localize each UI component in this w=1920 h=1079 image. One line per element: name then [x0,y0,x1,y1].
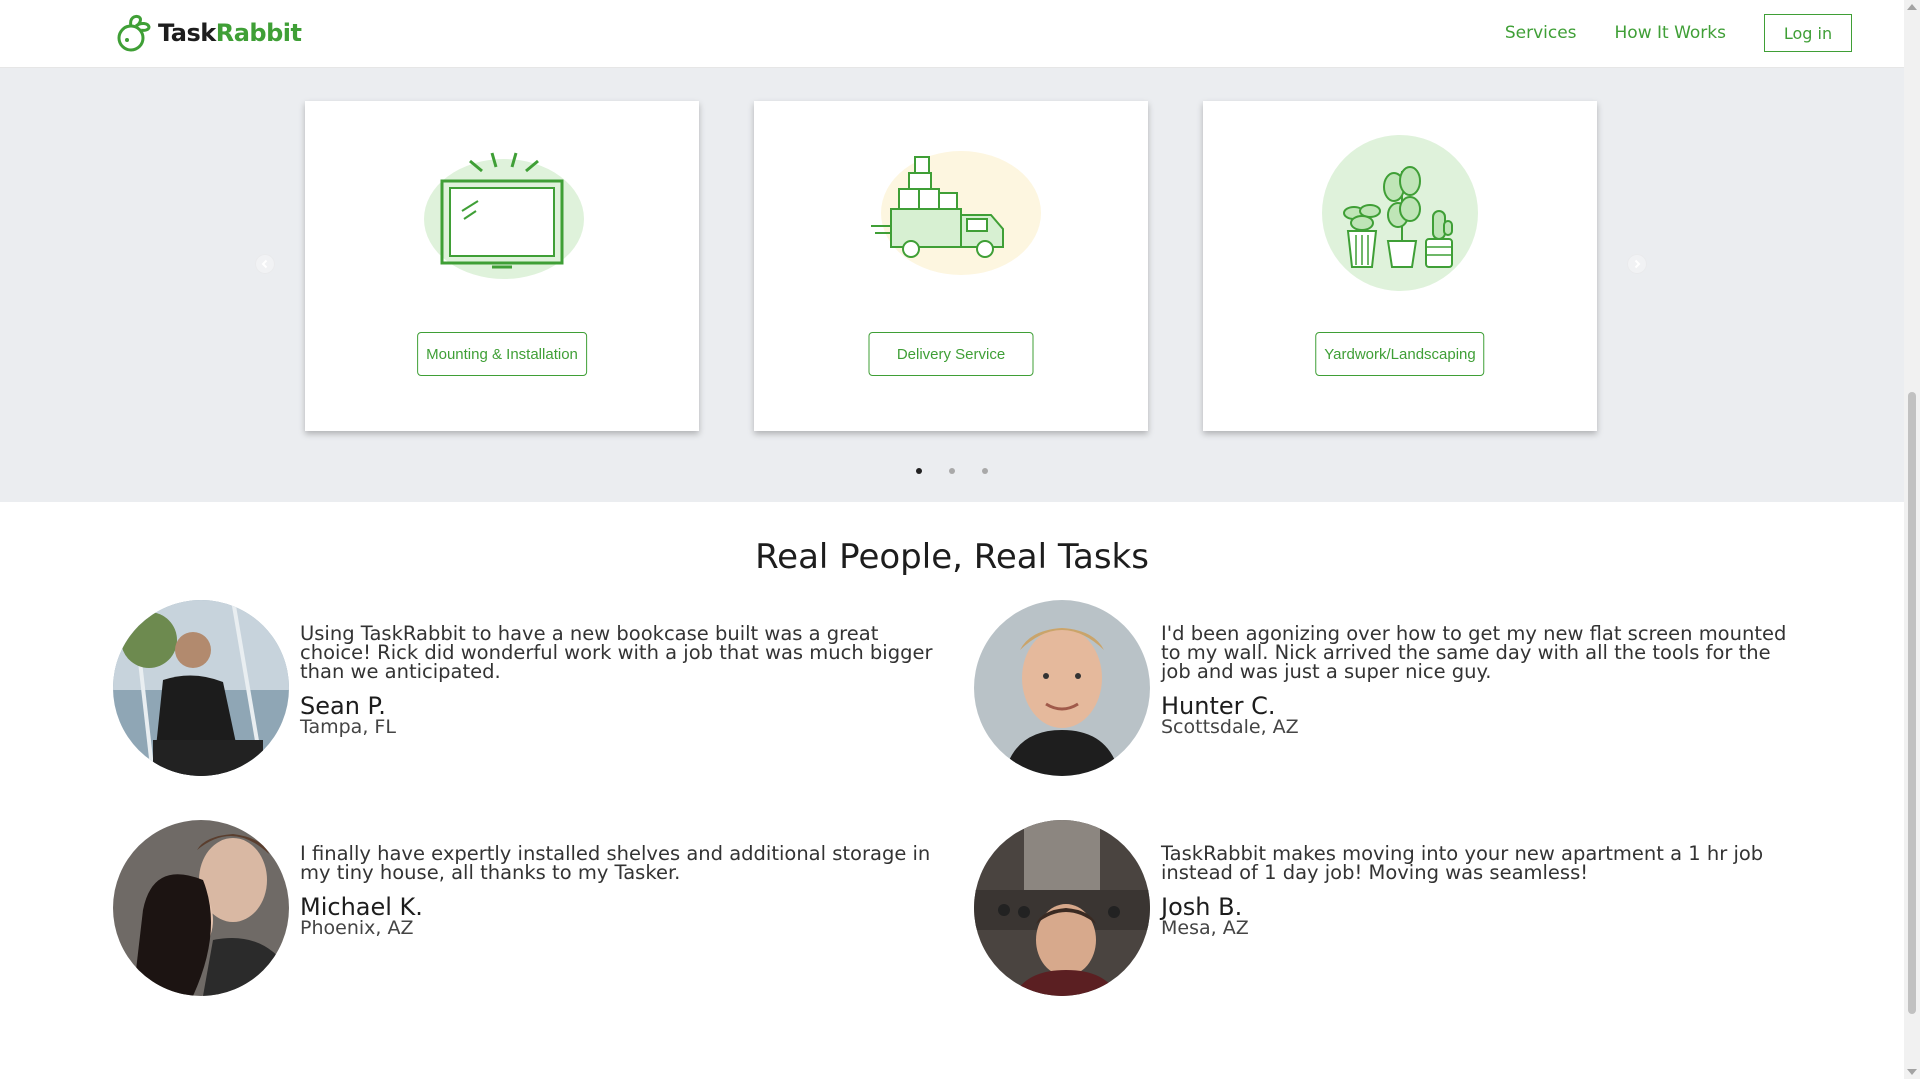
carousel-pagination [916,468,1015,474]
avatar [974,820,1150,996]
chevron-right-icon [1634,259,1641,269]
testimonial-card: Using TaskRabbit to have a new bookcase … [113,600,953,776]
testimonial-name: Michael K. [300,893,423,921]
logo[interactable]: TaskRabbit [114,14,302,52]
testimonials-title: Real People, Real Tasks [755,537,1149,577]
category-button-yardwork[interactable]: Yardwork/Landscaping [1315,332,1485,376]
testimonial-card: I finally have expertly installed shelve… [113,820,953,996]
delivery-truck-icon [871,151,1041,275]
category-button-delivery[interactable]: Delivery Service [868,332,1034,376]
rabbit-logo-icon [117,14,151,52]
service-card-delivery[interactable]: Delivery Service [754,101,1148,431]
page-scrollbar[interactable] [1904,0,1920,1079]
testimonial-quote: TaskRabbit makes moving into your new ap… [1161,842,1764,884]
site-header: TaskRabbit Services How It Works Log in [0,0,1904,68]
service-card-yardwork[interactable]: Yardwork/Landscaping [1203,101,1597,431]
main-nav: Services How It Works Log in [1505,14,1852,52]
testimonial-card: TaskRabbit makes moving into your new ap… [974,820,1814,996]
testimonial-quote: I'd been agonizing over how to get my ne… [1161,622,1787,683]
avatar [974,600,1150,776]
testimonial-quote: I finally have expertly installed shelve… [300,842,931,884]
avatar [113,820,289,996]
testimonial-card: I'd been agonizing over how to get my ne… [974,600,1814,776]
login-button[interactable]: Log in [1764,14,1852,52]
testimonial-location: Tampa, FL [300,716,396,738]
nav-services-link[interactable]: Services [1505,23,1577,43]
carousel-dot-1[interactable] [916,468,922,474]
scrollbar-thumb[interactable] [1908,392,1916,1014]
testimonial-location: Scottsdale, AZ [1161,716,1299,738]
carousel-prev-button[interactable] [255,254,275,274]
carousel-next-button[interactable] [1627,254,1647,274]
avatar [113,600,289,776]
nav-how-it-works-link[interactable]: How It Works [1615,23,1726,43]
chevron-left-icon [261,259,268,269]
logo-wordmark: TaskRabbit [158,19,302,47]
potted-plants-icon [1322,135,1478,291]
carousel-dot-2[interactable] [949,468,955,474]
tv-mount-icon [424,152,584,279]
testimonial-name: Sean P. [300,692,386,720]
scroll-down-arrow-icon[interactable] [1907,1069,1917,1075]
testimonial-quote: Using TaskRabbit to have a new bookcase … [300,622,933,683]
testimonial-name: Josh B. [1161,893,1243,921]
testimonial-name: Hunter C. [1161,692,1276,720]
services-carousel: Mounting & Installation Delivery Service [0,67,1904,502]
testimonial-location: Phoenix, AZ [300,917,414,939]
service-card-mounting[interactable]: Mounting & Installation [305,101,699,431]
testimonial-location: Mesa, AZ [1161,917,1249,939]
scroll-up-arrow-icon[interactable] [1907,4,1917,10]
carousel-dot-3[interactable] [982,468,988,474]
category-button-mounting[interactable]: Mounting & Installation [417,332,587,376]
